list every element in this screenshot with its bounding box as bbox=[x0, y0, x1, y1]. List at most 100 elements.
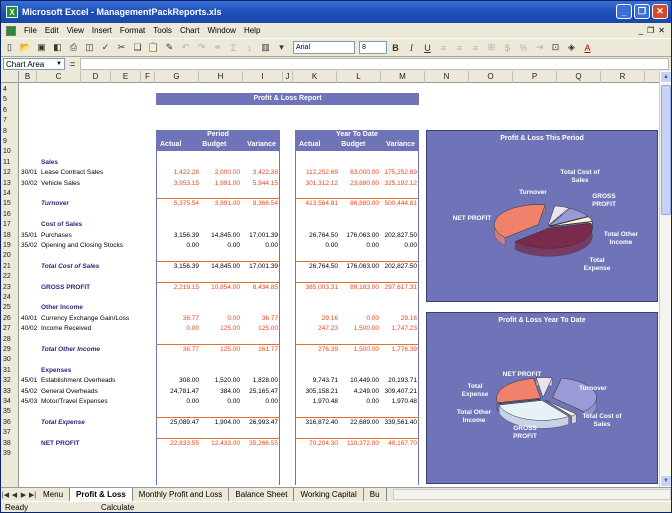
worksheet[interactable]: Profit & Loss Report Period Actual Budge… bbox=[19, 83, 659, 487]
bold-icon[interactable]: B bbox=[388, 40, 403, 55]
column-header[interactable]: Q bbox=[557, 71, 601, 83]
font-name-box[interactable]: Arial bbox=[293, 41, 355, 54]
row-header[interactable]: 16 bbox=[1, 210, 18, 220]
column-header[interactable]: H bbox=[199, 71, 243, 83]
row-header[interactable]: 10 bbox=[1, 147, 18, 157]
row-header[interactable]: 6 bbox=[1, 106, 18, 116]
permission-icon[interactable]: ◧ bbox=[50, 40, 65, 55]
chart-this-period[interactable]: Profit & Loss This Period Total Cost of … bbox=[426, 130, 658, 302]
chart-year-to-date[interactable]: Profit & Loss Year To Date NET PROFIT Tu… bbox=[426, 312, 658, 484]
row-header[interactable]: 4 bbox=[1, 85, 18, 95]
tab-menu[interactable]: Menu bbox=[37, 488, 71, 501]
row-header[interactable]: 11 bbox=[1, 158, 18, 168]
row-header[interactable]: 22 bbox=[1, 272, 18, 282]
cut-icon[interactable]: ✂ bbox=[114, 40, 129, 55]
doc-close-button[interactable]: ✕ bbox=[658, 26, 665, 35]
row-header[interactable]: 25 bbox=[1, 303, 18, 313]
last-sheet-icon[interactable]: ▶| bbox=[28, 491, 37, 499]
row-header[interactable]: 18 bbox=[1, 231, 18, 241]
select-all-corner[interactable] bbox=[1, 71, 19, 83]
column-header[interactable]: J bbox=[283, 71, 293, 83]
spelling-icon[interactable]: ✓ bbox=[98, 40, 113, 55]
new-icon[interactable]: ▯ bbox=[2, 40, 17, 55]
formula-input[interactable] bbox=[80, 58, 669, 70]
column-header[interactable]: D bbox=[81, 71, 111, 83]
print-preview-icon[interactable]: ◫ bbox=[82, 40, 97, 55]
column-header[interactable]: O bbox=[469, 71, 513, 83]
scroll-down-icon[interactable]: ▼ bbox=[660, 475, 671, 487]
row-header[interactable]: 23 bbox=[1, 283, 18, 293]
row-header[interactable]: 35 bbox=[1, 407, 18, 417]
font-color-icon[interactable]: A bbox=[580, 40, 595, 55]
hyperlink-icon[interactable]: ⚭ bbox=[210, 40, 225, 55]
row-header[interactable]: 27 bbox=[1, 324, 18, 334]
row-header[interactable]: 17 bbox=[1, 220, 18, 230]
menu-format[interactable]: Format bbox=[116, 26, 149, 35]
save-icon[interactable]: ▣ bbox=[34, 40, 49, 55]
column-header[interactable]: N bbox=[425, 71, 469, 83]
tab-profit-loss[interactable]: Profit & Loss bbox=[70, 488, 133, 501]
row-header[interactable]: 32 bbox=[1, 376, 18, 386]
tab-working-capital[interactable]: Working Capital bbox=[294, 488, 364, 501]
row-header[interactable]: 26 bbox=[1, 314, 18, 324]
row-header[interactable]: 20 bbox=[1, 251, 18, 261]
menu-view[interactable]: View bbox=[63, 26, 88, 35]
column-header[interactable]: B bbox=[19, 71, 37, 83]
horizontal-scrollbar[interactable] bbox=[392, 489, 671, 500]
row-header[interactable]: 39 bbox=[1, 449, 18, 459]
row-header[interactable]: 37 bbox=[1, 428, 18, 438]
row-header[interactable]: 33 bbox=[1, 387, 18, 397]
first-sheet-icon[interactable]: |◀ bbox=[1, 491, 10, 499]
row-header[interactable]: 13 bbox=[1, 179, 18, 189]
column-header[interactable]: P bbox=[513, 71, 557, 83]
row-header[interactable]: 38 bbox=[1, 439, 18, 449]
undo-icon[interactable]: ↶ bbox=[178, 40, 193, 55]
menu-window[interactable]: Window bbox=[204, 26, 240, 35]
menu-edit[interactable]: Edit bbox=[41, 26, 63, 35]
row-header[interactable]: 15 bbox=[1, 199, 18, 209]
menu-tools[interactable]: Tools bbox=[149, 26, 176, 35]
row-header[interactable]: 34 bbox=[1, 397, 18, 407]
column-header[interactable]: G bbox=[155, 71, 199, 83]
zoom-icon[interactable]: ▾ bbox=[274, 40, 289, 55]
minimize-button[interactable]: _ bbox=[616, 4, 632, 19]
menu-insert[interactable]: Insert bbox=[88, 26, 116, 35]
name-box[interactable]: Chart Area ▼ bbox=[3, 58, 65, 70]
row-header[interactable]: 9 bbox=[1, 137, 18, 147]
row-header[interactable]: 14 bbox=[1, 189, 18, 199]
borders-icon[interactable]: ⊡ bbox=[548, 40, 563, 55]
scroll-thumb[interactable] bbox=[661, 85, 671, 215]
next-sheet-icon[interactable]: ▶ bbox=[19, 491, 28, 499]
copy-icon[interactable]: ❏ bbox=[130, 40, 145, 55]
menu-file[interactable]: File bbox=[20, 26, 41, 35]
font-size-box[interactable]: 8 bbox=[359, 41, 387, 54]
row-header[interactable]: 21 bbox=[1, 262, 18, 272]
align-center-icon[interactable]: ≡ bbox=[452, 40, 467, 55]
row-header[interactable]: 5 bbox=[1, 95, 18, 105]
open-icon[interactable]: 📂 bbox=[18, 40, 33, 55]
tab-balance-sheet[interactable]: Balance Sheet bbox=[229, 488, 295, 501]
italic-icon[interactable]: I bbox=[404, 40, 419, 55]
row-header[interactable]: 30 bbox=[1, 355, 18, 365]
row-header[interactable]: 12 bbox=[1, 168, 18, 178]
autosum-icon[interactable]: Σ bbox=[226, 40, 241, 55]
align-left-icon[interactable]: ≡ bbox=[436, 40, 451, 55]
chart-wizard-icon[interactable]: ▥ bbox=[258, 40, 273, 55]
tab-bu[interactable]: Bu bbox=[363, 488, 387, 501]
align-right-icon[interactable]: ≡ bbox=[468, 40, 483, 55]
row-header[interactable]: 8 bbox=[1, 127, 18, 137]
doc-minimize-button[interactable]: _ bbox=[639, 26, 643, 35]
column-header[interactable]: R bbox=[601, 71, 645, 83]
row-header[interactable]: 24 bbox=[1, 293, 18, 303]
merge-center-icon[interactable]: ⊞ bbox=[484, 40, 499, 55]
workbook-icon[interactable] bbox=[6, 25, 16, 36]
menu-chart[interactable]: Chart bbox=[176, 26, 204, 35]
column-header[interactable]: C bbox=[37, 71, 81, 83]
tab-monthly-profit-loss[interactable]: Monthly Profit and Loss bbox=[132, 488, 230, 501]
paste-icon[interactable]: 📋 bbox=[146, 40, 161, 55]
sort-icon[interactable]: ↕ bbox=[242, 40, 257, 55]
doc-restore-button[interactable]: ❐ bbox=[647, 26, 654, 35]
format-painter-icon[interactable]: ✎ bbox=[162, 40, 177, 55]
chevron-down-icon[interactable]: ▼ bbox=[54, 59, 64, 69]
close-button[interactable]: ✕ bbox=[652, 4, 668, 19]
